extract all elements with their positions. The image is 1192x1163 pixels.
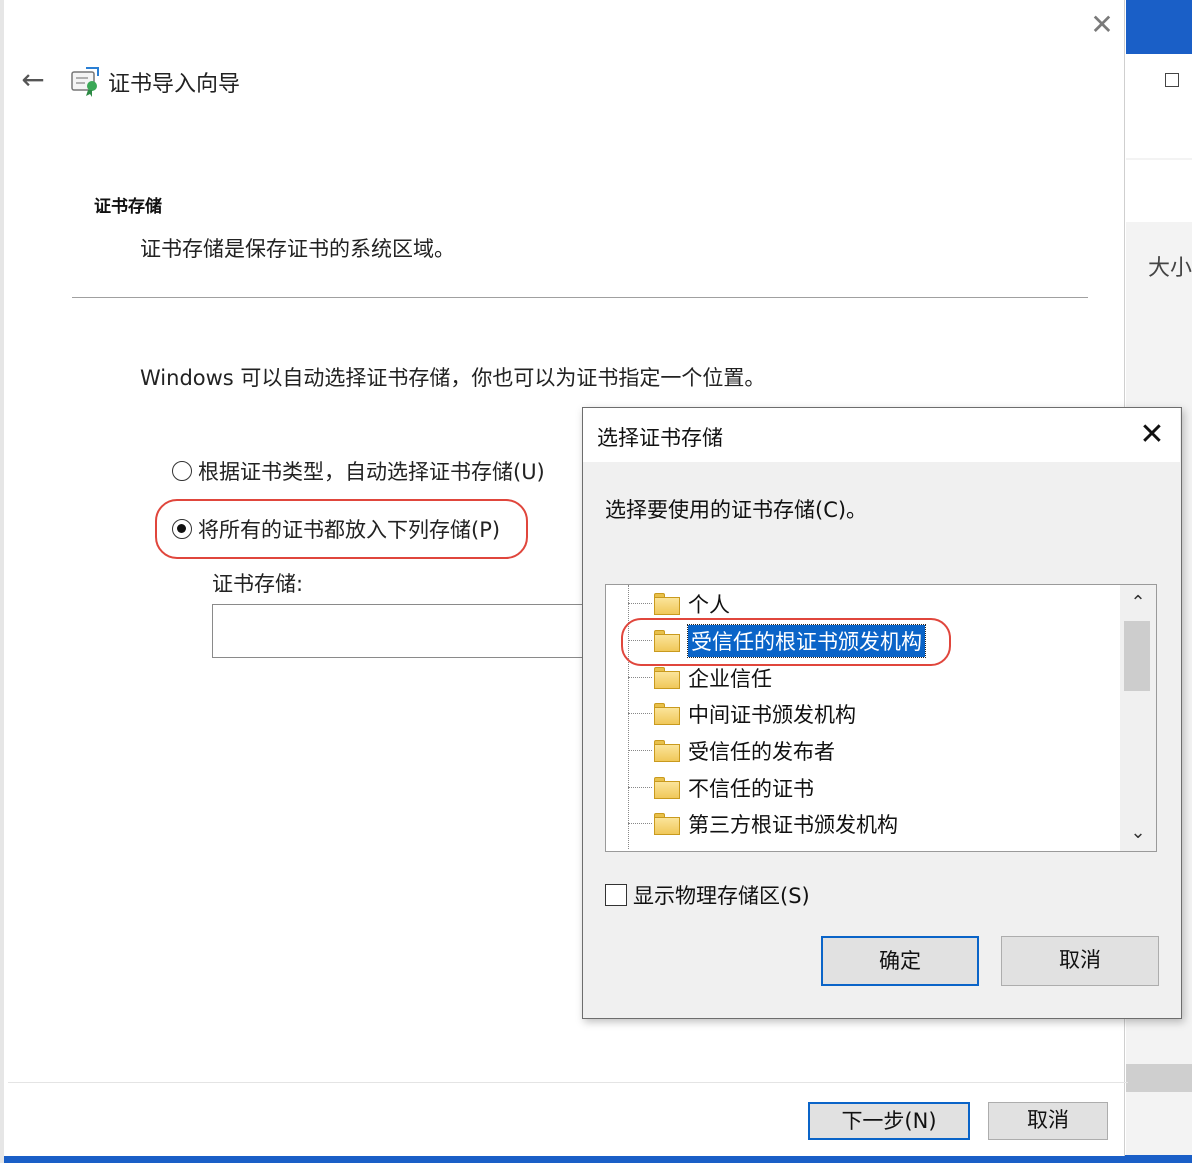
section-description: 证书存储是保存证书的系统区域。 bbox=[140, 237, 455, 261]
tree-item[interactable]: 受信任的发布者 bbox=[606, 733, 835, 769]
tree-item[interactable]: 中间证书颁发机构 bbox=[606, 696, 856, 732]
scrollbar-thumb[interactable] bbox=[1124, 621, 1150, 691]
chevron-down-icon[interactable]: ⌄ bbox=[1120, 815, 1156, 851]
chevron-up-icon[interactable]: ⌃ bbox=[1120, 585, 1156, 621]
intro-text: Windows 可以自动选择证书存储，你也可以为证书指定一个位置。 bbox=[140, 366, 766, 390]
section-heading: 证书存储 bbox=[94, 197, 162, 217]
close-icon[interactable]: ✕ bbox=[1087, 10, 1117, 40]
maximize-icon[interactable] bbox=[1165, 73, 1179, 87]
highlight-annotation bbox=[155, 499, 528, 559]
cancel-button[interactable]: 取消 bbox=[988, 1102, 1108, 1140]
folder-icon bbox=[654, 667, 680, 689]
tree-item-label: 不信任的证书 bbox=[688, 777, 814, 801]
size-column-header[interactable]: 大小 bbox=[1148, 250, 1192, 282]
tree-branch bbox=[628, 787, 652, 789]
wizard-title: 证书导入向导 bbox=[108, 72, 241, 97]
checkbox[interactable] bbox=[605, 884, 627, 906]
dialog-titlebar: 选择证书存储 ✕ bbox=[583, 408, 1180, 462]
footer-divider bbox=[8, 1082, 1128, 1083]
highlight-annotation bbox=[621, 618, 951, 666]
dialog-cancel-button[interactable]: 取消 bbox=[1001, 936, 1159, 986]
tree-item-label: 企业信任 bbox=[688, 667, 772, 691]
store-input[interactable] bbox=[212, 604, 592, 658]
background-bottom-bar bbox=[0, 1155, 1192, 1163]
close-icon[interactable]: ✕ bbox=[1135, 418, 1169, 452]
dialog-prompt: 选择要使用的证书存储(C)。 bbox=[605, 498, 868, 522]
folder-icon bbox=[654, 740, 680, 762]
tree-branch bbox=[628, 603, 652, 605]
show-physical-stores[interactable]: 显示物理存储区(S) bbox=[605, 880, 810, 910]
background-panel-2 bbox=[1126, 160, 1192, 222]
tree-scrollbar[interactable]: ⌃ ⌄ bbox=[1120, 585, 1156, 851]
tree-branch bbox=[628, 713, 652, 715]
select-store-dialog: 选择证书存储 ✕ 选择要使用的证书存储(C)。 个人 受信任的根证书颁发机构 企… bbox=[582, 407, 1182, 1019]
radio-auto-select[interactable]: 根据证书类型，自动选择证书存储(U) bbox=[172, 456, 545, 486]
background-panel bbox=[1126, 54, 1192, 158]
show-physical-label: 显示物理存储区(S) bbox=[633, 884, 810, 908]
tree-item-label: 受信任的发布者 bbox=[688, 740, 835, 764]
next-button[interactable]: 下一步(N) bbox=[808, 1102, 970, 1140]
tree-item-label: 第三方根证书颁发机构 bbox=[688, 813, 898, 837]
radio-button[interactable] bbox=[172, 461, 192, 481]
dialog-title: 选择证书存储 bbox=[597, 426, 723, 450]
background-titlebar bbox=[1126, 0, 1192, 54]
background-scrollbar[interactable] bbox=[1126, 1064, 1192, 1092]
store-label: 证书存储: bbox=[212, 572, 304, 596]
tree-item[interactable]: 不信任的证书 bbox=[606, 770, 814, 806]
folder-icon bbox=[654, 777, 680, 799]
folder-icon bbox=[654, 593, 680, 615]
tree-branch bbox=[628, 677, 652, 679]
certificate-icon bbox=[71, 67, 99, 97]
folder-icon bbox=[654, 813, 680, 835]
divider bbox=[72, 297, 1088, 298]
folder-icon bbox=[654, 703, 680, 725]
tree-item[interactable]: 第三方根证书颁发机构 bbox=[606, 806, 898, 842]
ok-button[interactable]: 确定 bbox=[821, 936, 979, 986]
tree-item-label: 中间证书颁发机构 bbox=[688, 703, 856, 727]
tree-item-label: 个人 bbox=[688, 593, 730, 617]
radio-auto-label: 根据证书类型，自动选择证书存储(U) bbox=[198, 460, 545, 484]
tree-item[interactable]: 个人 bbox=[606, 586, 730, 622]
tree-branch bbox=[628, 750, 652, 752]
back-button[interactable]: ← bbox=[18, 64, 48, 96]
tree-branch bbox=[628, 823, 652, 825]
